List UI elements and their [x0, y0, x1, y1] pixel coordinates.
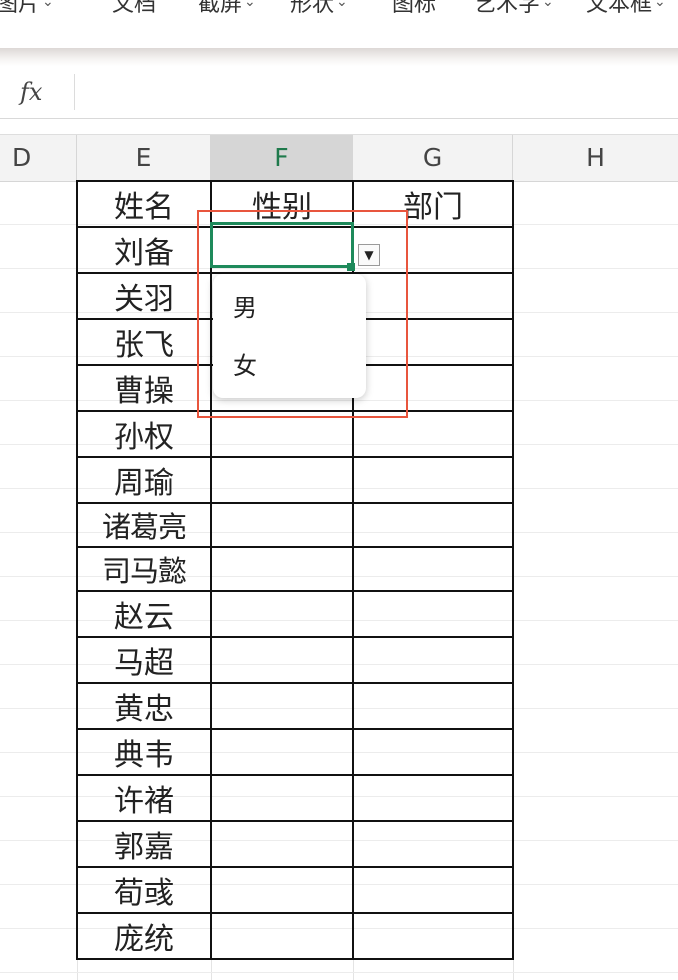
header-cell-department[interactable]: 部门 [352, 180, 514, 228]
chevron-down-icon: ⌄ [42, 0, 54, 10]
toolbar-item-screenshot[interactable]: 截屏 ⌄ [198, 0, 256, 18]
table-row: 周瑜 [76, 456, 514, 504]
table-row: 典韦 [76, 728, 514, 776]
table-row: 马超 [76, 636, 514, 684]
name-cell[interactable]: 曹操 [76, 364, 212, 412]
name-cell[interactable]: 许褚 [76, 774, 212, 822]
formula-bar: fx [0, 66, 678, 119]
department-cell[interactable] [352, 410, 514, 458]
chevron-down-icon: ⌄ [542, 0, 554, 10]
column-header-h[interactable]: H [513, 135, 678, 181]
dropdown-option-female[interactable]: 女 [213, 338, 366, 394]
toolbar-item-document[interactable]: 文档 [112, 0, 156, 18]
name-cell[interactable]: 张飞 [76, 318, 212, 366]
table-row: 赵云 [76, 590, 514, 638]
column-header-f[interactable]: F [211, 135, 353, 181]
gender-cell[interactable] [210, 590, 354, 638]
table-row: 荀彧 [76, 866, 514, 914]
dropdown-option-male[interactable]: 男 [213, 280, 366, 336]
name-cell[interactable]: 荀彧 [76, 866, 212, 914]
name-cell[interactable]: 刘备 [76, 226, 212, 274]
header-cell-name[interactable]: 姓名 [76, 180, 212, 228]
fill-handle[interactable] [347, 263, 355, 271]
gender-cell[interactable] [210, 502, 354, 548]
gender-cell[interactable] [210, 682, 354, 730]
toolbar-divider [0, 48, 678, 66]
toolbar-item-label: 截屏 [198, 0, 243, 17]
dropdown-list: 男 女 [213, 274, 366, 398]
department-cell[interactable] [352, 636, 514, 684]
gender-cell[interactable] [210, 410, 354, 458]
gender-cell[interactable] [210, 456, 354, 504]
table-header-row: 姓名 性别 部门 [76, 180, 514, 228]
gridline [0, 972, 678, 973]
department-cell[interactable] [352, 774, 514, 822]
department-cell[interactable] [352, 728, 514, 776]
fx-icon[interactable]: fx [20, 78, 42, 106]
table-row: 黄忠 [76, 682, 514, 730]
name-cell[interactable]: 庞统 [76, 912, 212, 960]
name-cell[interactable]: 孙权 [76, 410, 212, 458]
gender-cell[interactable] [210, 820, 354, 868]
name-cell[interactable]: 诸葛亮 [76, 502, 212, 548]
toolbar-item-label: 艺术字 [474, 0, 541, 17]
department-cell[interactable] [352, 590, 514, 638]
department-cell[interactable] [352, 502, 514, 548]
name-cell[interactable]: 赵云 [76, 590, 212, 638]
dropdown-button[interactable]: ▼ [358, 244, 380, 266]
table-row: 许褚 [76, 774, 514, 822]
name-cell[interactable]: 马超 [76, 636, 212, 684]
toolbar-item-textbox[interactable]: 文本框 ⌄ [586, 0, 666, 18]
department-cell[interactable] [352, 318, 514, 366]
toolbar-item-label: 文本框 [586, 0, 653, 17]
chevron-down-icon: ⌄ [336, 0, 348, 10]
gender-cell[interactable] [210, 636, 354, 684]
toolbar-item-shapes[interactable]: 形状 ⌄ [290, 0, 348, 18]
formula-input[interactable] [76, 66, 676, 118]
table-row: 司马懿 [76, 546, 514, 592]
chevron-down-icon: ⌄ [654, 0, 666, 10]
gender-cell[interactable] [210, 774, 354, 822]
table-row: 庞统 [76, 912, 514, 960]
department-cell[interactable] [352, 912, 514, 960]
toolbar-item-picture[interactable]: 图片 ⌄ [0, 0, 54, 18]
gender-cell[interactable] [210, 728, 354, 776]
column-header-g[interactable]: G [353, 135, 513, 181]
table-row: 孙权 [76, 410, 514, 458]
toolbar-item-label: 文档 [112, 0, 157, 17]
name-cell[interactable]: 司马懿 [76, 546, 212, 592]
gender-cell[interactable] [210, 546, 354, 592]
name-cell[interactable]: 黄忠 [76, 682, 212, 730]
triangle-down-icon: ▼ [364, 248, 374, 262]
column-header-d[interactable]: D [0, 135, 77, 181]
toolbar-item-label: 图片 [0, 0, 41, 17]
column-header-e[interactable]: E [77, 135, 211, 181]
toolbar-item-wordart[interactable]: 艺术字 ⌄ [474, 0, 554, 18]
name-cell[interactable]: 关羽 [76, 272, 212, 320]
chevron-down-icon: ⌄ [244, 0, 256, 10]
department-cell[interactable] [352, 364, 514, 412]
department-cell[interactable] [352, 456, 514, 504]
gender-cell[interactable] [210, 912, 354, 960]
column-header-row: D E F G H [0, 134, 678, 182]
table-row: 诸葛亮 [76, 502, 514, 548]
toolbar-item-label: 图标 [392, 0, 437, 17]
table-row: 郭嘉 [76, 820, 514, 868]
department-cell[interactable] [352, 682, 514, 730]
selected-cell[interactable] [210, 222, 354, 268]
ribbon-toolbar: 图片 ⌄ 文档 截屏 ⌄ 形状 ⌄ 图标 艺术字 ⌄ 文本框 ⌄ [0, 0, 678, 48]
gender-cell[interactable] [210, 866, 354, 914]
header-cell-gender[interactable]: 性别 [210, 180, 354, 228]
name-cell[interactable]: 典韦 [76, 728, 212, 776]
name-cell[interactable]: 郭嘉 [76, 820, 212, 868]
department-cell[interactable] [352, 820, 514, 868]
department-cell[interactable] [352, 546, 514, 592]
department-cell[interactable] [352, 866, 514, 914]
department-cell[interactable] [352, 272, 514, 320]
toolbar-item-label: 形状 [290, 0, 335, 17]
toolbar-item-icons[interactable]: 图标 [392, 0, 436, 18]
name-cell[interactable]: 周瑜 [76, 456, 212, 504]
divider [74, 74, 75, 110]
